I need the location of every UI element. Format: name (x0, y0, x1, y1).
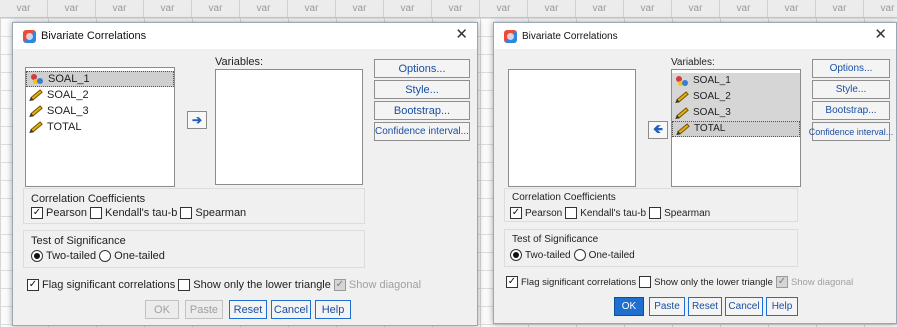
sheet-column-header: var (384, 0, 432, 17)
list-item[interactable]: SOAL_1 (672, 73, 800, 89)
sheet-column-header: var (672, 0, 720, 17)
ok-button[interactable]: OK (614, 297, 644, 316)
style-button[interactable]: Style... (812, 80, 890, 99)
target-variable-list[interactable]: SOAL_1 SOAL_2 SOAL_3 TOTAL (671, 69, 801, 187)
sheet-column-header: var (480, 0, 528, 17)
scale-variable-icon (677, 123, 691, 135)
two-tailed-radio[interactable] (31, 250, 43, 262)
close-icon[interactable]: ✕ (874, 27, 887, 43)
style-button[interactable]: Style... (374, 80, 470, 99)
flag-significant-checkbox[interactable]: ✓ (506, 276, 518, 288)
scale-variable-icon (30, 89, 44, 101)
sheet-column-header: var (288, 0, 336, 17)
move-left-arrow-button[interactable]: 🡸 (648, 121, 668, 139)
sheet-column-header: var (192, 0, 240, 17)
target-variable-list[interactable] (215, 69, 363, 185)
flag-options-row: ✓ Flag significant correlations Show onl… (506, 276, 854, 288)
one-tailed-radio[interactable] (99, 250, 112, 262)
sheet-column-header: var (720, 0, 768, 17)
one-tailed-radio[interactable] (573, 249, 586, 261)
show-diagonal-checkbox: ✓ (333, 279, 346, 291)
sheet-column-header: var (96, 0, 144, 17)
pearson-option[interactable]: ✓ Pearson Kendall's tau-b Spearman (31, 207, 249, 219)
list-item[interactable]: TOTAL (26, 119, 174, 135)
significance-options: Two-tailed One-tailed (510, 249, 638, 261)
bootstrap-button[interactable]: Bootstrap... (812, 101, 890, 120)
list-item[interactable]: SOAL_2 (672, 89, 800, 105)
scale-variable-icon (30, 105, 44, 117)
source-variable-list[interactable]: SOAL_1 SOAL_2 SOAL_3 TOTAL (25, 67, 175, 187)
list-item[interactable]: SOAL_3 (26, 103, 174, 119)
flag-significant-checkbox[interactable]: ✓ (27, 279, 39, 291)
confidence-interval-button[interactable]: Confidence interval... (809, 122, 893, 141)
list-item[interactable]: SOAL_1 (26, 71, 174, 87)
variables-label: Variables: (671, 57, 715, 68)
nominal-variable-icon (31, 73, 45, 85)
cancel-button[interactable]: Cancel (271, 300, 311, 319)
bootstrap-button[interactable]: Bootstrap... (374, 101, 470, 120)
cancel-button[interactable]: Cancel (725, 297, 763, 316)
pearson-checkbox[interactable]: ✓ (31, 207, 43, 219)
scale-variable-icon (30, 121, 44, 133)
ok-button: OK (145, 300, 179, 319)
correlation-coefficients-title: Correlation Coefficients (512, 192, 616, 203)
list-item[interactable]: TOTAL (672, 121, 800, 137)
spss-app-icon (504, 29, 517, 43)
sheet-column-headers: var var var var var var var var var var var var var v… (0, 0, 897, 18)
sheet-column-header: var (528, 0, 576, 17)
sheet-column-header: var (48, 0, 96, 17)
list-item[interactable]: SOAL_3 (672, 105, 800, 121)
sheet-column-header: var (336, 0, 384, 17)
reset-button[interactable]: Reset (229, 300, 267, 319)
sheet-column-header: var (864, 0, 897, 17)
lower-triangle-checkbox[interactable] (178, 279, 191, 291)
scale-variable-icon (676, 107, 690, 119)
kendall-checkbox[interactable] (89, 207, 102, 219)
test-of-significance-title: Test of Significance (512, 234, 599, 245)
bivariate-correlations-dialog-left: Bivariate Correlations ✕ SOAL_1 SOAL_2 S… (12, 22, 478, 326)
sheet-column-header: var (816, 0, 864, 17)
dialog-title: Bivariate Correlations (41, 30, 147, 42)
significance-options: Two-tailed One-tailed (31, 250, 168, 262)
two-tailed-radio[interactable] (510, 249, 522, 261)
sheet-column-header: var (576, 0, 624, 17)
dialog-titlebar: Bivariate Correlations ✕ (494, 23, 896, 49)
sheet-column-header: var (0, 0, 48, 17)
sheet-column-header: var (144, 0, 192, 17)
show-diagonal-checkbox: ✓ (775, 276, 788, 288)
dialog-titlebar: Bivariate Correlations ✕ (13, 23, 477, 49)
confidence-interval-button[interactable]: Confidence interval... (374, 122, 470, 141)
paste-button[interactable]: Paste (649, 297, 685, 316)
sheet-column-header: var (768, 0, 816, 17)
pearson-option[interactable]: ✓ Pearson Kendall's tau-b Spearman (510, 207, 713, 219)
kendall-checkbox[interactable] (565, 207, 578, 219)
help-button[interactable]: Help (315, 300, 351, 319)
spss-app-icon (23, 29, 36, 43)
dialog-title: Bivariate Correlations (522, 30, 618, 42)
sheet-column-header: var (432, 0, 480, 17)
list-item[interactable]: SOAL_2 (26, 87, 174, 103)
help-button[interactable]: Help (766, 297, 798, 316)
spearman-checkbox[interactable] (649, 207, 662, 219)
variables-label: Variables: (215, 56, 264, 68)
sheet-column-header: var (624, 0, 672, 17)
source-variable-list[interactable] (508, 69, 636, 187)
reset-button[interactable]: Reset (688, 297, 722, 316)
sheet-column-header: var (240, 0, 288, 17)
flag-options-row: ✓ Flag significant correlations Show onl… (27, 279, 422, 291)
move-right-arrow-button[interactable]: ➔ (187, 111, 207, 129)
close-icon[interactable]: ✕ (455, 27, 468, 43)
options-button[interactable]: Options... (374, 59, 470, 78)
correlation-coefficients-title: Correlation Coefficients (31, 193, 146, 205)
bivariate-correlations-dialog-right: Bivariate Correlations ✕ 🡸 Variables: SO… (493, 22, 897, 324)
spearman-checkbox[interactable] (180, 207, 193, 219)
lower-triangle-checkbox[interactable] (639, 276, 652, 288)
pearson-checkbox[interactable]: ✓ (510, 207, 522, 219)
options-button[interactable]: Options... (812, 59, 890, 78)
nominal-variable-icon (676, 75, 690, 87)
paste-button: Paste (185, 300, 223, 319)
scale-variable-icon (676, 91, 690, 103)
test-of-significance-title: Test of Significance (31, 235, 126, 247)
